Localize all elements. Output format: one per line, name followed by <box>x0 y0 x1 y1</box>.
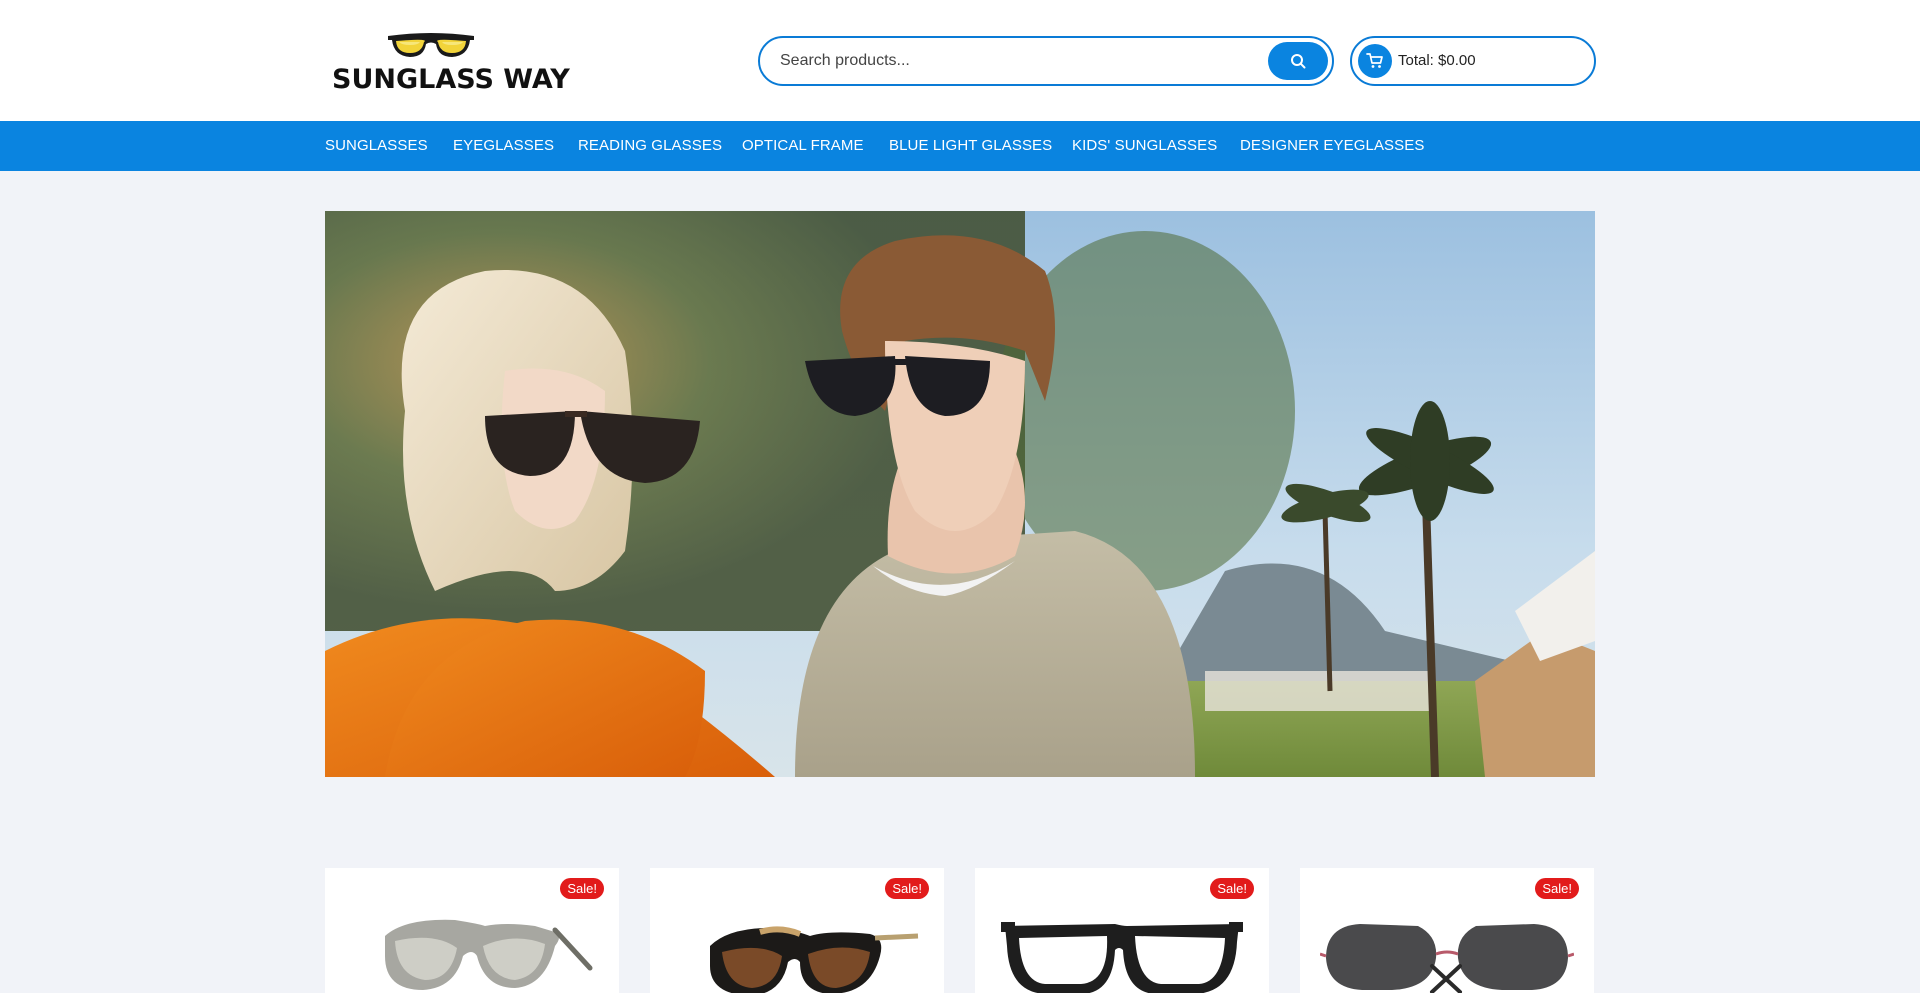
cart-button[interactable]: Total: $0.00 <box>1350 36 1596 86</box>
nav-item-sunglasses[interactable]: SUNGLASSES <box>325 137 428 154</box>
product-image <box>1320 924 1574 993</box>
product-image <box>385 919 593 990</box>
logo-text: SUNGLASS WAY <box>332 64 570 95</box>
product-card[interactable]: Sale! <box>1300 868 1594 993</box>
hero-photo <box>325 211 1595 777</box>
nav-item-eyeglasses[interactable]: EYEGLASSES <box>453 137 554 154</box>
site-logo[interactable]: SUNGLASS WAY <box>330 26 570 96</box>
cart-total: Total: $0.00 <box>1398 52 1476 69</box>
nav-item-optical-frame[interactable]: OPTICAL FRAME <box>742 137 864 154</box>
site-header: SUNGLASS WAY Total: $0.00 <box>0 0 1920 121</box>
search-icon <box>1291 54 1306 69</box>
nav-item-blue-light-glasses[interactable]: BLUE LIGHT GLASSES <box>889 137 1052 154</box>
nav-item-kids-sunglasses[interactable]: KIDS' SUNGLASSES <box>1072 137 1217 154</box>
main-nav: SUNGLASSES EYEGLASSES READING GLASSES OP… <box>0 121 1920 171</box>
sunglasses-logo-icon <box>388 33 474 57</box>
nav-item-designer-eyeglasses[interactable]: DESIGNER EYEGLASSES <box>1240 137 1424 154</box>
product-image <box>710 926 919 993</box>
product-card[interactable]: Sale! <box>650 868 944 993</box>
search-bar <box>758 36 1334 86</box>
product-card[interactable]: Sale! <box>975 868 1269 993</box>
product-card[interactable]: Sale! <box>325 868 619 993</box>
hero-banner-image[interactable] <box>325 211 1595 777</box>
nav-item-reading-glasses[interactable]: READING GLASSES <box>578 137 722 154</box>
search-input[interactable] <box>780 48 1260 74</box>
search-button[interactable] <box>1268 42 1328 80</box>
cart-icon <box>1358 44 1392 78</box>
product-image <box>1001 922 1243 993</box>
